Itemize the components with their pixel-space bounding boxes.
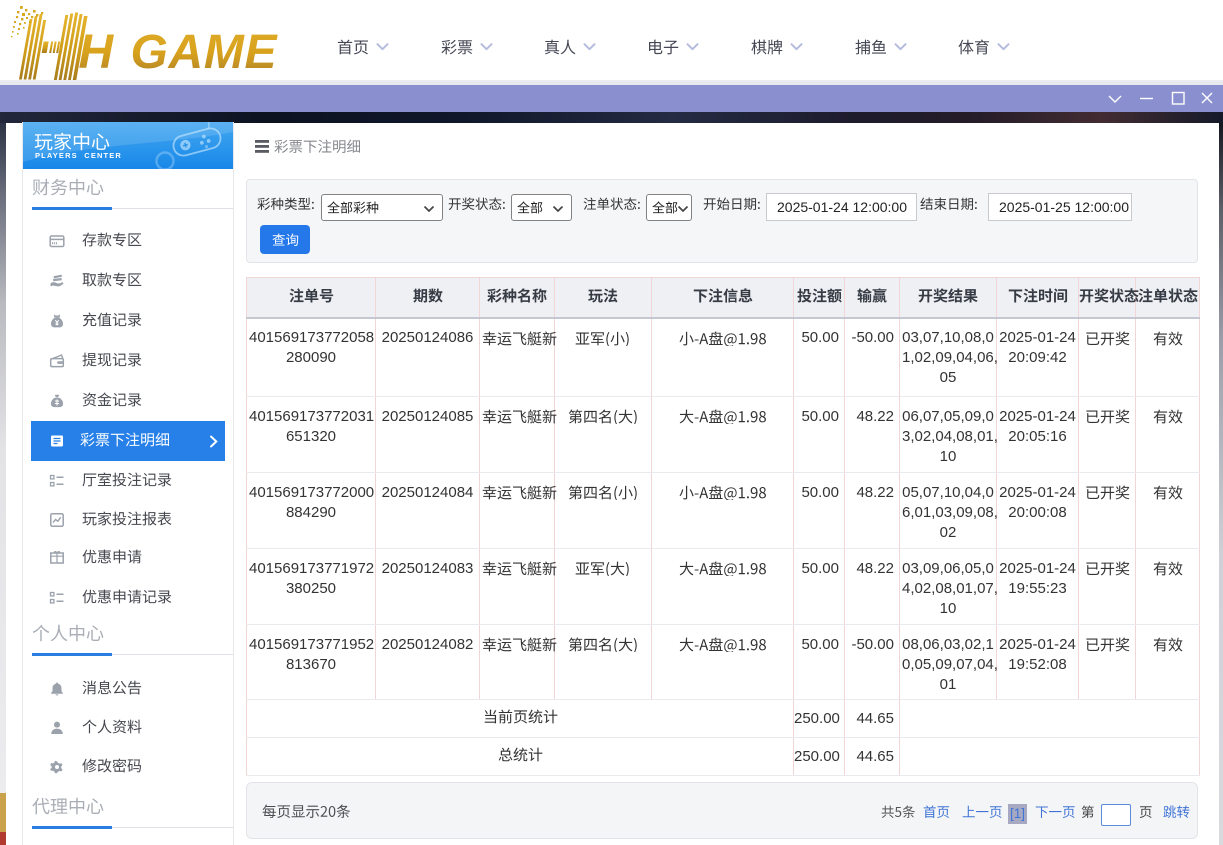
- svg-text:GAME: GAME: [131, 26, 279, 79]
- svg-text:H: H: [79, 26, 115, 79]
